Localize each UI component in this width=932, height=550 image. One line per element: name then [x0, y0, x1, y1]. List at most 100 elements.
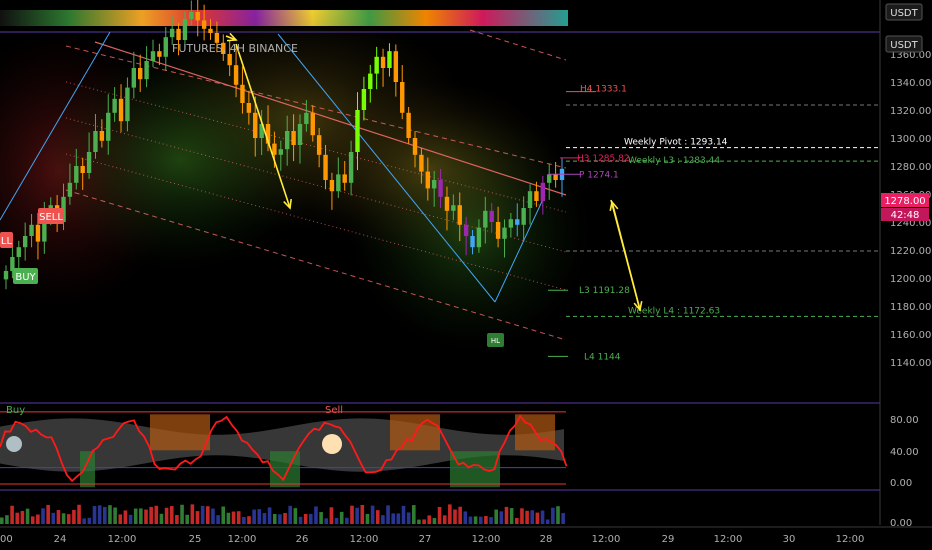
candle-body — [355, 110, 360, 152]
price-axis[interactable]: 1360.001340.001320.001300.001280.001260.… — [879, 0, 932, 529]
volume-bar — [25, 508, 30, 524]
time-label: 12:00 — [714, 534, 743, 545]
candle-body — [304, 112, 309, 124]
osc-zone — [80, 451, 95, 488]
candle-body — [323, 154, 328, 180]
pivot-level-label: P 1274.1 — [579, 170, 619, 180]
candle-body — [29, 224, 34, 236]
volume-bar — [216, 515, 220, 524]
hl-signal-label: HL — [491, 337, 500, 345]
volume-bar — [41, 508, 45, 524]
volume-bar — [448, 504, 452, 524]
time-label: 12:00 — [836, 534, 865, 545]
volume-bar — [540, 510, 545, 524]
volume-bar — [288, 505, 292, 524]
candle-body — [361, 89, 367, 110]
volume-bar — [535, 512, 540, 524]
sell-signal-partial-label: LL — [1, 236, 13, 247]
candle-body — [35, 224, 41, 242]
volume-bar — [278, 514, 282, 524]
candle-body — [138, 68, 143, 80]
time-label: 26 — [296, 534, 309, 545]
volume-bar — [252, 509, 256, 524]
volume-bar — [257, 509, 262, 524]
candle-body — [99, 131, 105, 141]
candle-body — [125, 87, 130, 122]
pivot-level-label: L4 1144 — [584, 352, 621, 362]
currency-badge: USDT — [890, 40, 918, 51]
volume-bar — [478, 516, 483, 524]
volume-bar — [231, 511, 236, 524]
volume-bar — [72, 509, 76, 524]
volume-bar — [412, 505, 416, 524]
trading-chart[interactable]: H4 1333.1 Weekly Pivot : 1293.14 H3 1285.8… — [0, 0, 932, 550]
time-label: 12:00 — [592, 534, 621, 545]
skull-icon — [322, 434, 342, 454]
candle-body — [451, 205, 456, 211]
volume-bar — [458, 506, 462, 524]
volume-bar — [0, 517, 4, 524]
volume-bar — [437, 506, 442, 524]
candle-body — [463, 224, 469, 236]
candle-body — [380, 56, 386, 68]
price-tick-label: 1320.00 — [890, 106, 931, 117]
candle-body — [444, 196, 450, 211]
volume-bar — [154, 505, 159, 524]
volume-bar — [283, 512, 287, 524]
sell-signal-label: SELL — [39, 212, 63, 223]
oscillator-pane[interactable]: Buy Sell — [0, 405, 568, 488]
candle-body — [400, 82, 405, 113]
candle-body — [3, 271, 9, 280]
volume-bar — [329, 507, 334, 524]
candle-body — [284, 131, 290, 150]
volume-bar — [406, 512, 411, 524]
time-axis[interactable]: 00 24 12:00 25 12:00 26 12:00 27 12:00 28 12:00 29 1… — [0, 526, 932, 550]
candle-body — [336, 174, 341, 192]
volume-bar — [61, 513, 66, 524]
volume-bar — [175, 515, 179, 524]
time-label: 12:00 — [228, 534, 257, 545]
volume-bar — [381, 515, 385, 524]
volume-bar — [355, 507, 359, 524]
candle-body — [144, 61, 149, 80]
candle-body — [521, 208, 526, 225]
volume-bar — [236, 511, 241, 524]
volume-bar — [66, 514, 71, 524]
time-label: 29 — [662, 534, 675, 545]
volume-bar — [561, 513, 565, 524]
candle-body — [476, 227, 482, 248]
current-price-label: 1278.00 — [884, 196, 925, 207]
candle-body — [425, 171, 430, 189]
main-pane[interactable]: H4 1333.1 Weekly Pivot : 1293.14 H3 1285.8… — [0, 0, 880, 362]
candle-body — [169, 28, 175, 38]
time-label: 28 — [540, 534, 553, 545]
osc-zone — [270, 451, 300, 488]
volume-bar — [77, 504, 81, 524]
volume-bar — [87, 517, 92, 524]
volume-bar — [139, 508, 143, 524]
candle-body — [208, 28, 213, 33]
volume-pane[interactable] — [0, 504, 565, 524]
candle-body — [527, 191, 533, 208]
volume-bar — [515, 517, 519, 524]
volume-bar — [556, 506, 560, 524]
osc-tick-80: 80.00 — [890, 415, 919, 426]
candle-body — [182, 19, 188, 40]
time-label: 25 — [189, 534, 202, 545]
osc-buy-label: Buy — [6, 405, 25, 416]
volume-bar — [200, 505, 205, 524]
volume-bar — [118, 514, 123, 524]
volume-bar — [113, 507, 117, 524]
volume-bar — [551, 507, 555, 524]
volume-bar — [82, 518, 86, 524]
osc-tick-0: 0.00 — [890, 478, 912, 489]
volume-bar — [396, 513, 401, 524]
volume-bar — [262, 513, 267, 524]
candle-body — [16, 247, 21, 257]
volume-bar — [324, 518, 329, 524]
volume-bar — [97, 505, 102, 524]
candle-body — [150, 51, 156, 61]
volume-bar — [530, 510, 535, 524]
candle-body — [553, 174, 558, 180]
candle-body — [374, 56, 379, 74]
